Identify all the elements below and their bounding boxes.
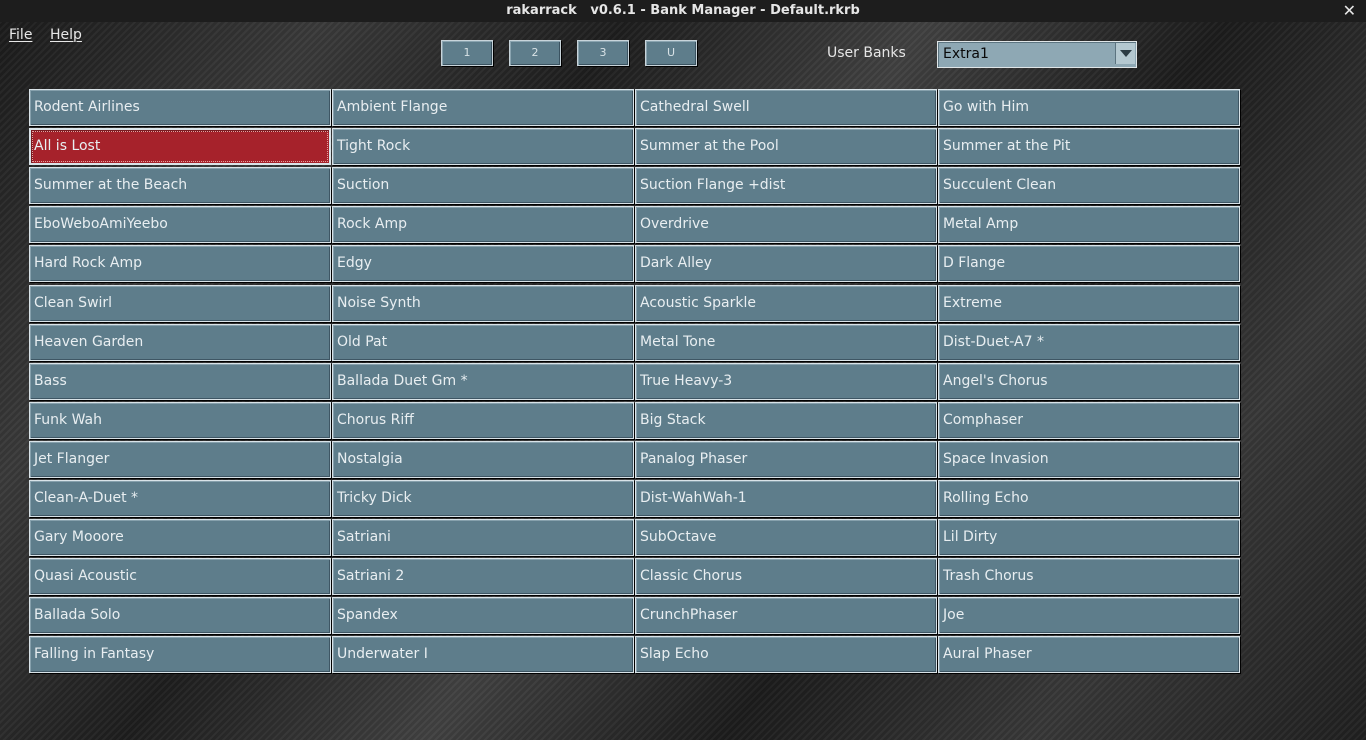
- preset-button[interactable]: Big Stack: [635, 402, 937, 439]
- preset-button[interactable]: Metal Tone: [635, 324, 937, 361]
- preset-button[interactable]: Ballada Solo: [29, 597, 331, 634]
- preset-button[interactable]: Jet Flanger: [29, 441, 331, 478]
- preset-button[interactable]: Tricky Dick: [332, 480, 634, 517]
- preset-button[interactable]: Dist-WahWah-1: [635, 480, 937, 517]
- preset-button[interactable]: Suction: [332, 167, 634, 204]
- preset-button[interactable]: Aural Phaser: [938, 636, 1240, 673]
- preset-button[interactable]: Summer at the Pool: [635, 128, 937, 165]
- preset-button[interactable]: Hard Rock Amp: [29, 245, 331, 282]
- preset-grid: Rodent Airlines All is Lost Summer at the …: [29, 89, 1241, 677]
- dropdown-button[interactable]: [1115, 43, 1135, 64]
- preset-button[interactable]: Angel's Chorus: [938, 363, 1240, 400]
- chevron-down-icon: [1120, 50, 1132, 57]
- preset-button[interactable]: Funk Wah: [29, 402, 331, 439]
- preset-button[interactable]: Noise Synth: [332, 285, 634, 322]
- preset-button[interactable]: Cathedral Swell: [635, 89, 937, 126]
- preset-button[interactable]: Heaven Garden: [29, 324, 331, 361]
- preset-button[interactable]: CrunchPhaser: [635, 597, 937, 634]
- preset-button[interactable]: Suction Flange +dist: [635, 167, 937, 204]
- preset-button[interactable]: Dist-Duet-A7 *: [938, 324, 1240, 361]
- preset-button[interactable]: Panalog Phaser: [635, 441, 937, 478]
- preset-button[interactable]: Ambient Flange: [332, 89, 634, 126]
- preset-button[interactable]: Rolling Echo: [938, 480, 1240, 517]
- preset-button[interactable]: Satriani: [332, 519, 634, 556]
- preset-button[interactable]: SubOctave: [635, 519, 937, 556]
- close-icon[interactable]: ✕: [1343, 0, 1356, 22]
- bank-button-2[interactable]: 2: [509, 40, 561, 66]
- preset-button[interactable]: D Flange: [938, 245, 1240, 282]
- preset-button[interactable]: Ballada Duet Gm *: [332, 363, 634, 400]
- window-title: rakarrack v0.6.1 - Bank Manager - Defaul…: [506, 3, 860, 18]
- user-banks-select[interactable]: Extra1: [937, 41, 1137, 68]
- preset-button[interactable]: Old Pat: [332, 324, 634, 361]
- preset-button[interactable]: Satriani 2: [332, 558, 634, 595]
- preset-button[interactable]: Underwater I: [332, 636, 634, 673]
- preset-button[interactable]: Classic Chorus: [635, 558, 937, 595]
- preset-button[interactable]: Overdrive: [635, 206, 937, 243]
- preset-button[interactable]: All is Lost: [29, 128, 331, 165]
- preset-button[interactable]: Chorus Riff: [332, 402, 634, 439]
- preset-button[interactable]: Rock Amp: [332, 206, 634, 243]
- preset-button[interactable]: Rodent Airlines: [29, 89, 331, 126]
- preset-button[interactable]: Slap Echo: [635, 636, 937, 673]
- preset-button[interactable]: Falling in Fantasy: [29, 636, 331, 673]
- preset-button[interactable]: Succulent Clean: [938, 167, 1240, 204]
- preset-button[interactable]: Extreme: [938, 285, 1240, 322]
- preset-button[interactable]: Trash Chorus: [938, 558, 1240, 595]
- preset-button[interactable]: Tight Rock: [332, 128, 634, 165]
- preset-button[interactable]: Clean Swirl: [29, 285, 331, 322]
- user-banks-label: User Banks: [827, 45, 906, 61]
- preset-button[interactable]: Clean-A-Duet *: [29, 480, 331, 517]
- preset-button[interactable]: Edgy: [332, 245, 634, 282]
- preset-button[interactable]: Spandex: [332, 597, 634, 634]
- preset-button[interactable]: Dark Alley: [635, 245, 937, 282]
- bank-button-3[interactable]: 3: [577, 40, 629, 66]
- preset-button[interactable]: Metal Amp: [938, 206, 1240, 243]
- preset-button[interactable]: Space Invasion: [938, 441, 1240, 478]
- title-bar: rakarrack v0.6.1 - Bank Manager - Defaul…: [0, 0, 1366, 22]
- menu-help[interactable]: Help: [50, 27, 82, 43]
- bank-button-user[interactable]: U: [645, 40, 697, 66]
- preset-button[interactable]: Nostalgia: [332, 441, 634, 478]
- preset-button[interactable]: Lil Dirty: [938, 519, 1240, 556]
- bank-button-1[interactable]: 1: [441, 40, 493, 66]
- preset-button[interactable]: Comphaser: [938, 402, 1240, 439]
- preset-button[interactable]: True Heavy-3: [635, 363, 937, 400]
- preset-button[interactable]: Bass: [29, 363, 331, 400]
- menu-file[interactable]: File: [9, 27, 32, 43]
- preset-button[interactable]: Go with Him: [938, 89, 1240, 126]
- preset-button[interactable]: Acoustic Sparkle: [635, 285, 937, 322]
- preset-button[interactable]: Summer at the Pit: [938, 128, 1240, 165]
- preset-button[interactable]: Summer at the Beach: [29, 167, 331, 204]
- preset-button[interactable]: Joe: [938, 597, 1240, 634]
- preset-button[interactable]: Gary Mooore: [29, 519, 331, 556]
- user-banks-selected-value: Extra1: [943, 46, 989, 62]
- preset-button[interactable]: Quasi Acoustic: [29, 558, 331, 595]
- preset-button[interactable]: EboWeboAmiYeebo: [29, 206, 331, 243]
